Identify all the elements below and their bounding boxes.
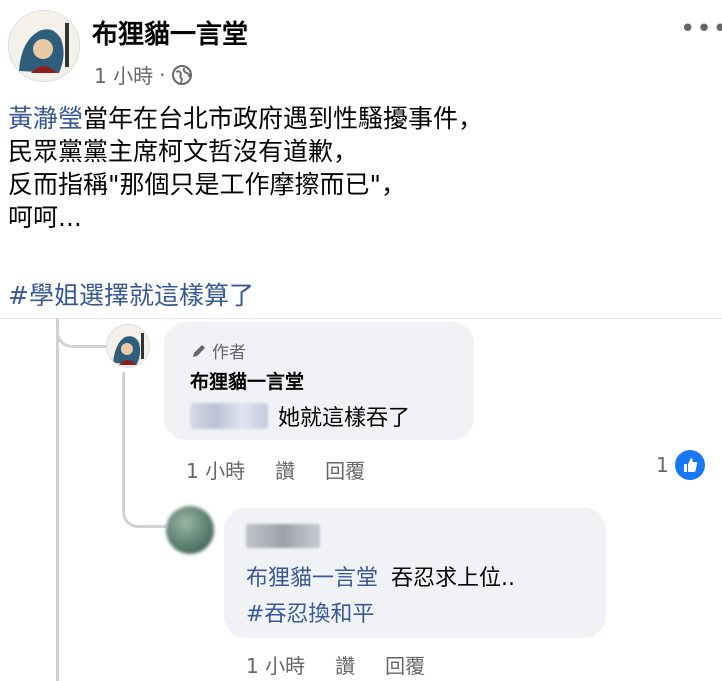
blurred-mention (190, 403, 268, 429)
reply-avatar[interactable] (166, 506, 214, 554)
reply-reply-button[interactable]: 回覆 (385, 650, 425, 679)
post-line-2: 民眾黨黨主席柯文哲沒有道歉， (8, 137, 359, 166)
comment-text: 她就這樣吞了 (278, 406, 411, 431)
reaction-summary[interactable]: 1 (656, 450, 705, 480)
like-button[interactable]: 讚 (275, 455, 295, 484)
comment-avatar[interactable] (106, 324, 150, 368)
post-meta: 1 小時 · (94, 60, 193, 89)
globe-icon (171, 64, 193, 86)
thread-line (56, 318, 59, 681)
reply-thread-connector (122, 500, 166, 528)
post-line-4: 呵呵... (8, 203, 82, 232)
more-options-button[interactable]: ••• (680, 14, 722, 44)
reply-hashtag[interactable]: #吞忍換和平 (246, 596, 374, 628)
reply-text: 吞忍求上位.. (391, 566, 516, 591)
thread-connector (56, 318, 106, 348)
post-hashtag[interactable]: #學姐選擇就這樣算了 (8, 276, 254, 312)
post-time[interactable]: 1 小時 (94, 60, 153, 89)
comment-time[interactable]: 1 小時 (186, 455, 245, 484)
avatar-image (9, 11, 79, 81)
comment-author-name[interactable]: 布狸貓一言堂 (190, 367, 304, 394)
reply-mention[interactable]: 布狸貓一言堂 (246, 566, 378, 591)
divider (0, 318, 722, 319)
page-avatar[interactable] (8, 10, 80, 82)
post-line-1-text: 當年在台北市政府遇到性騷擾事件， (83, 104, 484, 133)
post-line-1: 黃瀞瑩當年在台北市政府遇到性騷擾事件， (8, 102, 708, 135)
like-icon (674, 450, 705, 480)
reply-thread-line (122, 372, 125, 512)
reply-text-line-1: 布狸貓一言堂 吞忍求上位.. (246, 560, 515, 592)
reply-author-name[interactable] (246, 524, 320, 552)
reaction-count: 1 (656, 453, 669, 477)
comment-text-row: 她就這樣吞了 (190, 400, 410, 432)
reply-button[interactable]: 回覆 (325, 455, 365, 484)
post-line-3: 反而指稱"那個只是工作摩擦而已"， (8, 170, 406, 199)
author-badge: 作者 (190, 338, 246, 363)
comment-actions: 1 小時 讚 回覆 (186, 455, 365, 484)
reply-time[interactable]: 1 小時 (246, 650, 305, 679)
reply-like-button[interactable]: 讚 (335, 650, 355, 679)
comment-avatar-image (107, 325, 149, 367)
blurred-author-name (246, 524, 320, 548)
meta-separator: · (159, 62, 166, 87)
author-badge-label: 作者 (212, 343, 246, 363)
page-name[interactable]: 布狸貓一言堂 (92, 14, 248, 51)
pencil-icon (190, 342, 208, 360)
post-text: 黃瀞瑩當年在台北市政府遇到性騷擾事件， 民眾黨黨主席柯文哲沒有道歉， 反而指稱"… (8, 102, 708, 234)
post-mention[interactable]: 黃瀞瑩 (8, 104, 83, 133)
reply-actions: 1 小時 讚 回覆 (246, 650, 425, 679)
